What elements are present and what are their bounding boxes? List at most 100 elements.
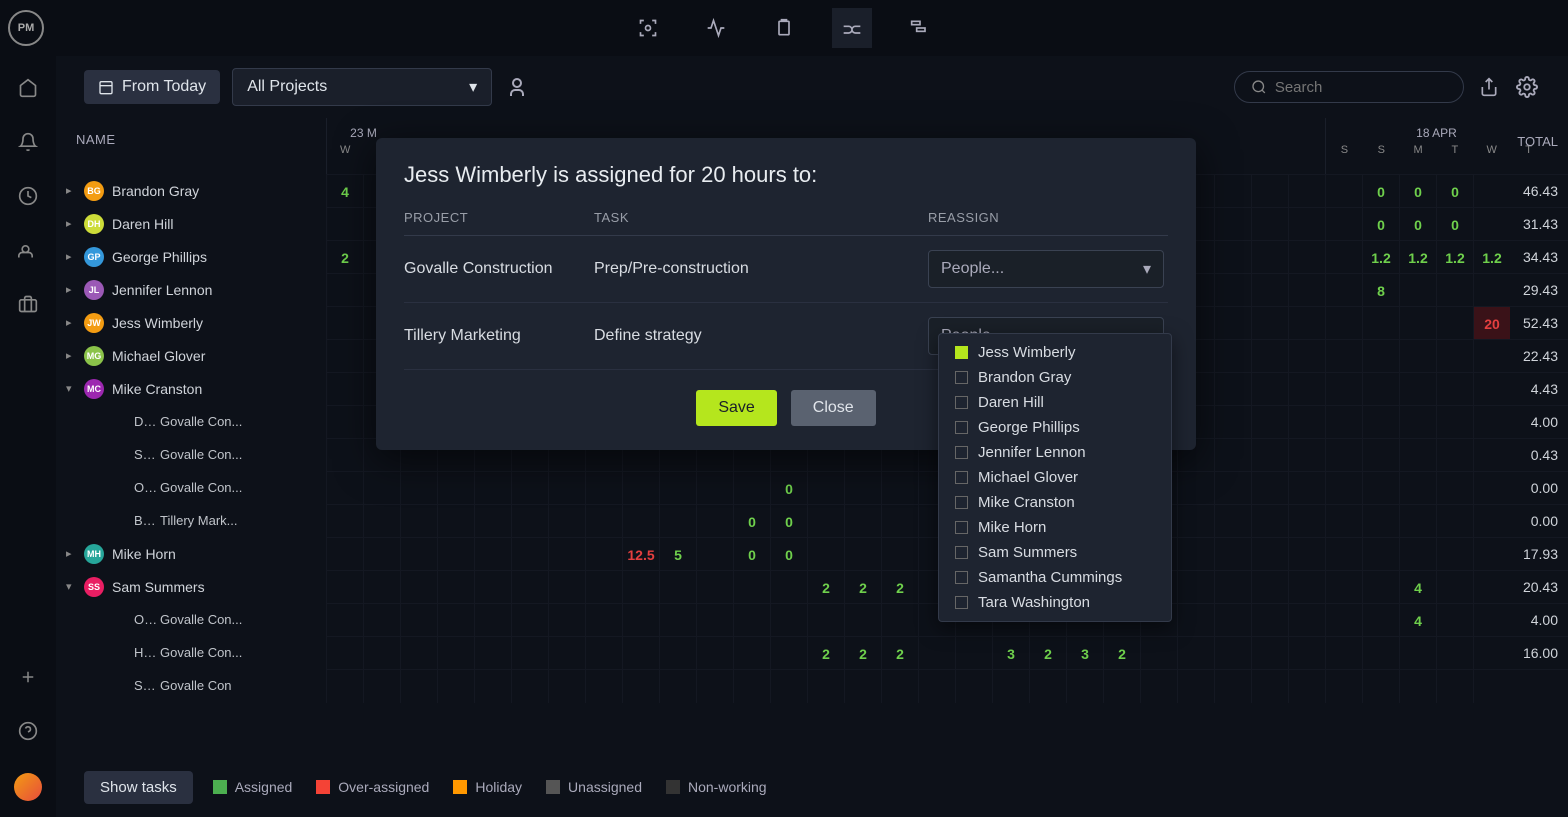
people-item[interactable]: Mike Horn [939,515,1171,540]
data-cell[interactable]: 12.5 [622,538,659,571]
data-cell[interactable] [474,538,511,571]
search-box[interactable] [1234,71,1464,103]
data-cell[interactable] [363,637,400,670]
data-cell[interactable] [326,340,363,373]
data-cell[interactable] [1399,373,1436,406]
data-cell[interactable] [1399,274,1436,307]
data-cell[interactable]: 0 [1362,208,1399,241]
data-cell[interactable] [474,637,511,670]
person-row[interactable]: ▸ MG Michael Glover [56,339,326,372]
people-item[interactable]: Tara Washington [939,590,1171,615]
data-cell[interactable] [400,505,437,538]
person-row[interactable]: ▾ SS Sam Summers [56,570,326,603]
data-cell[interactable] [1325,472,1362,505]
task-row[interactable]: Documents ... Govalle Con... [56,405,326,438]
data-cell[interactable] [770,604,807,637]
people-item[interactable]: Michael Glover [939,465,1171,490]
data-cell[interactable] [326,538,363,571]
data-cell[interactable] [437,604,474,637]
data-cell[interactable] [1436,406,1473,439]
data-cell[interactable] [1362,406,1399,439]
data-cell[interactable] [992,670,1029,703]
data-cell[interactable] [1399,472,1436,505]
data-cell[interactable] [1362,472,1399,505]
data-cell[interactable] [1214,637,1251,670]
data-cell[interactable] [363,571,400,604]
data-cell[interactable] [326,274,363,307]
save-button[interactable]: Save [696,390,776,426]
checkbox-icon[interactable] [955,421,968,434]
data-cell[interactable] [1103,670,1140,703]
data-cell[interactable] [622,472,659,505]
data-cell[interactable] [1251,571,1288,604]
data-cell[interactable] [1436,505,1473,538]
data-cell[interactable] [1140,670,1177,703]
data-cell[interactable] [1436,637,1473,670]
person-row[interactable]: ▾ MC Mike Cranston [56,372,326,405]
data-cell[interactable] [1288,208,1325,241]
data-cell[interactable] [1214,241,1251,274]
data-cell[interactable] [363,538,400,571]
data-cell[interactable] [1362,439,1399,472]
data-cell[interactable] [400,538,437,571]
data-cell[interactable] [326,670,363,703]
data-cell[interactable]: 0 [1436,208,1473,241]
data-cell[interactable] [548,637,585,670]
checkbox-icon[interactable] [955,346,968,359]
data-cell[interactable] [437,571,474,604]
data-cell[interactable] [733,571,770,604]
data-cell[interactable] [770,637,807,670]
data-cell[interactable] [585,670,622,703]
user-avatar[interactable] [14,773,42,801]
data-cell[interactable] [1436,571,1473,604]
checkbox-icon[interactable] [955,546,968,559]
data-cell[interactable]: 2 [807,637,844,670]
data-cell[interactable] [770,670,807,703]
task-row[interactable]: Brainstorm I... Tillery Mark... [56,504,326,537]
data-cell[interactable] [622,505,659,538]
data-cell[interactable] [807,670,844,703]
export-icon[interactable] [1476,74,1502,100]
data-cell[interactable] [881,505,918,538]
checkbox-icon[interactable] [955,371,968,384]
data-cell[interactable] [955,670,992,703]
data-cell[interactable]: 0 [1436,175,1473,208]
people-item[interactable]: Mike Cranston [939,490,1171,515]
data-cell[interactable] [585,604,622,637]
data-cell[interactable] [437,637,474,670]
people-item[interactable]: Brandon Gray [939,365,1171,390]
data-cell[interactable] [1362,538,1399,571]
data-cell[interactable] [1251,472,1288,505]
data-cell[interactable] [1325,538,1362,571]
data-cell[interactable]: 2 [844,637,881,670]
data-cell[interactable] [326,208,363,241]
bell-icon[interactable] [16,130,40,154]
data-cell[interactable] [696,472,733,505]
data-cell[interactable] [1362,604,1399,637]
data-cell[interactable] [1399,505,1436,538]
data-cell[interactable] [1436,472,1473,505]
data-cell[interactable]: 3 [992,637,1029,670]
roadmap-icon[interactable] [900,8,940,48]
data-cell[interactable]: 2 [1029,637,1066,670]
data-cell[interactable] [437,538,474,571]
data-cell[interactable] [400,670,437,703]
data-cell[interactable] [1362,637,1399,670]
projects-filter-dropdown[interactable]: All Projects ▾ [232,68,492,106]
data-cell[interactable] [844,505,881,538]
data-cell[interactable] [1436,538,1473,571]
data-cell[interactable] [1362,670,1399,703]
data-cell[interactable] [659,505,696,538]
data-cell[interactable] [1288,505,1325,538]
data-cell[interactable] [1436,670,1473,703]
data-cell[interactable] [474,571,511,604]
data-cell[interactable] [1399,340,1436,373]
data-cell[interactable] [326,307,363,340]
people-item[interactable]: George Phillips [939,415,1171,440]
data-cell[interactable] [1177,538,1214,571]
data-cell[interactable] [1251,274,1288,307]
data-cell[interactable] [548,538,585,571]
data-cell[interactable] [326,439,363,472]
data-cell[interactable] [548,472,585,505]
data-cell[interactable] [1214,670,1251,703]
